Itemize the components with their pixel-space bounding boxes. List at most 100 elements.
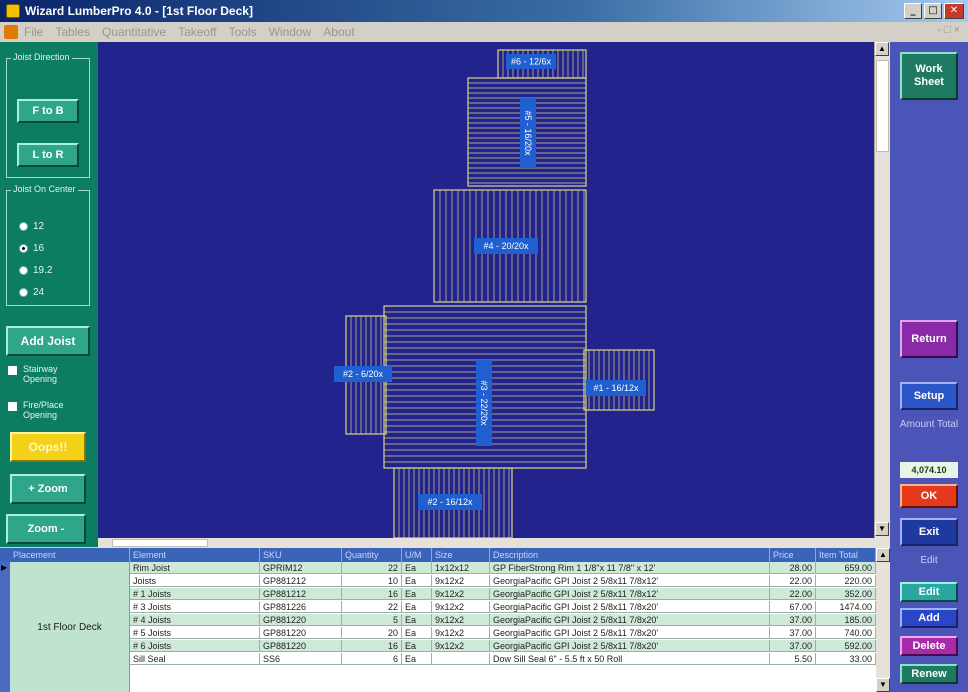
- cell-price[interactable]: 67.00: [770, 601, 816, 613]
- add-joist-button[interactable]: Add Joist: [6, 326, 90, 356]
- table-row[interactable]: # 3 Joists GP881226 22 Ea 9x12x2 GeorgiaPacif…: [130, 601, 876, 613]
- joist-label-5[interactable]: #3 - 22/20x: [479, 380, 489, 426]
- cell-size[interactable]: 9x12x2: [432, 614, 490, 626]
- table-row[interactable]: # 5 Joists GP881220 20 Ea 9x12x2 GeorgiaPacif…: [130, 627, 876, 639]
- cell-sku[interactable]: GP881212: [260, 588, 342, 600]
- col-header-placement[interactable]: Placement: [10, 548, 130, 562]
- joist-label-6[interactable]: #1 - 16/12x: [593, 383, 639, 393]
- cell-size[interactable]: 9x12x2: [432, 588, 490, 600]
- return-button[interactable]: Return: [900, 320, 958, 358]
- col-header-price[interactable]: Price: [770, 548, 816, 562]
- cell-desc[interactable]: GeorgiaPacific GPI Joist 2 5/8x11 7/8x20…: [490, 627, 770, 639]
- mdi-controls[interactable]: - □ ×: [937, 24, 960, 36]
- cell-price[interactable]: 5.50: [770, 653, 816, 665]
- cell-price[interactable]: 22.00: [770, 588, 816, 600]
- scroll-up-icon[interactable]: ▲: [875, 42, 889, 56]
- scroll-down-icon[interactable]: ▼: [876, 678, 890, 692]
- cell-size[interactable]: [432, 653, 490, 665]
- scroll-thumb[interactable]: [112, 539, 208, 547]
- zoom-in-button[interactable]: + Zoom: [10, 474, 86, 504]
- edit-button[interactable]: Edit: [900, 582, 958, 602]
- menu-window[interactable]: Window: [269, 25, 312, 39]
- cell-um[interactable]: Ea: [402, 614, 432, 626]
- cell-total[interactable]: 220.00: [816, 575, 876, 587]
- cell-sku[interactable]: SS6: [260, 653, 342, 665]
- row-selector-column[interactable]: ▶: [0, 562, 10, 692]
- col-header-size[interactable]: Size: [432, 548, 490, 562]
- cell-qty[interactable]: 16: [342, 640, 402, 652]
- front-to-back-button[interactable]: F to B: [17, 99, 79, 123]
- menu-about[interactable]: About: [323, 25, 354, 39]
- cell-element[interactable]: # 5 Joists: [130, 627, 260, 639]
- oc-radio-16[interactable]: 16: [19, 243, 44, 254]
- cell-qty[interactable]: 16: [342, 588, 402, 600]
- table-row[interactable]: # 4 Joists GP881220 5 Ea 9x12x2 GeorgiaPacifi…: [130, 614, 876, 626]
- cell-sku[interactable]: GP881220: [260, 614, 342, 626]
- cell-um[interactable]: Ea: [402, 640, 432, 652]
- cell-size[interactable]: 9x12x2: [432, 627, 490, 639]
- canvas-horizontal-scrollbar[interactable]: [98, 538, 890, 548]
- delete-button[interactable]: Delete: [900, 636, 958, 656]
- col-header-quantity[interactable]: Quantity: [342, 548, 402, 562]
- cell-qty[interactable]: 10: [342, 575, 402, 587]
- cell-desc[interactable]: GP FiberStrong Rim 1 1/8"x 11 7/8" x 12': [490, 562, 770, 574]
- table-row[interactable]: # 6 Joists GP881220 16 Ea 9x12x2 GeorgiaPacif…: [130, 640, 876, 652]
- cell-um[interactable]: Ea: [402, 588, 432, 600]
- table-row[interactable]: Rim Joist GPRIM12 22 Ea 1x12x12 GP FiberStron…: [130, 562, 876, 574]
- setup-button[interactable]: Setup: [900, 382, 958, 410]
- menu-takeoff[interactable]: Takeoff: [178, 25, 216, 39]
- joist-label-4[interactable]: #2 - 6/20x: [343, 369, 384, 379]
- cell-total[interactable]: 740.00: [816, 627, 876, 639]
- maximize-icon[interactable]: □: [924, 3, 942, 19]
- cell-price[interactable]: 28.00: [770, 562, 816, 574]
- cell-um[interactable]: Ea: [402, 601, 432, 613]
- cell-sku[interactable]: GP881220: [260, 627, 342, 639]
- cell-price[interactable]: 37.00: [770, 627, 816, 639]
- worksheet-button[interactable]: Work Sheet: [900, 52, 958, 100]
- left-to-right-button[interactable]: L to R: [17, 143, 79, 167]
- cell-total[interactable]: 33.00: [816, 653, 876, 665]
- cell-sku[interactable]: GP881226: [260, 601, 342, 613]
- oc-radio-12[interactable]: 12: [19, 221, 44, 232]
- oc-radio-19-2[interactable]: 19.2: [19, 265, 52, 276]
- cell-size[interactable]: 9x12x2: [432, 575, 490, 587]
- oops-button[interactable]: Oops!!: [10, 432, 86, 462]
- cell-qty[interactable]: 22: [342, 562, 402, 574]
- add-button[interactable]: Add: [900, 608, 958, 628]
- floor-plan-canvas[interactable]: #6 - 12/6x #5 - 16/20x #4 - 20/20x #2 - 6/2…: [98, 42, 874, 538]
- cell-sku[interactable]: GP881212: [260, 575, 342, 587]
- zoom-out-button[interactable]: Zoom -: [6, 514, 86, 544]
- col-header-description[interactable]: Description: [490, 548, 770, 562]
- cell-qty[interactable]: 5: [342, 614, 402, 626]
- cell-desc[interactable]: GeorgiaPacific GPI Joist 2 5/8x11 7/8x12…: [490, 575, 770, 587]
- cell-sku[interactable]: GP881220: [260, 640, 342, 652]
- cell-element[interactable]: # 3 Joists: [130, 601, 260, 613]
- cell-desc[interactable]: GeorgiaPacific GPI Joist 2 5/8x11 7/8x12…: [490, 588, 770, 600]
- fireplace-opening-checkbox[interactable]: Fire/Place Opening: [8, 400, 83, 420]
- cell-desc[interactable]: GeorgiaPacific GPI Joist 2 5/8x11 7/8x20…: [490, 601, 770, 613]
- scroll-thumb[interactable]: [876, 60, 889, 152]
- cell-total[interactable]: 659.00: [816, 562, 876, 574]
- cell-size[interactable]: 9x12x2: [432, 601, 490, 613]
- cell-qty[interactable]: 20: [342, 627, 402, 639]
- cell-element[interactable]: Joists: [130, 575, 260, 587]
- cell-element[interactable]: Sill Seal: [130, 653, 260, 665]
- cell-price[interactable]: 37.00: [770, 614, 816, 626]
- scroll-down-icon[interactable]: ▼: [875, 522, 889, 536]
- col-header-element[interactable]: Element: [130, 548, 260, 562]
- oc-radio-24[interactable]: 24: [19, 287, 44, 298]
- cell-size[interactable]: 1x12x12: [432, 562, 490, 574]
- cell-um[interactable]: Ea: [402, 562, 432, 574]
- cell-element[interactable]: Rim Joist: [130, 562, 260, 574]
- minimize-icon[interactable]: _: [904, 3, 922, 19]
- renew-button[interactable]: Renew: [900, 664, 958, 684]
- cell-desc[interactable]: Dow Sill Seal 6" - 5.5 ft x 50 Roll: [490, 653, 770, 665]
- menu-file[interactable]: File: [24, 25, 43, 39]
- col-header-um[interactable]: U/M: [402, 548, 432, 562]
- table-row[interactable]: Joists GP881212 10 Ea 9x12x2 GeorgiaPacific G…: [130, 575, 876, 587]
- cell-size[interactable]: 9x12x2: [432, 640, 490, 652]
- joist-label-1[interactable]: #6 - 12/6x: [511, 57, 552, 67]
- cell-price[interactable]: 37.00: [770, 640, 816, 652]
- menu-tools[interactable]: Tools: [229, 25, 257, 39]
- joist-label-3[interactable]: #4 - 20/20x: [483, 241, 529, 251]
